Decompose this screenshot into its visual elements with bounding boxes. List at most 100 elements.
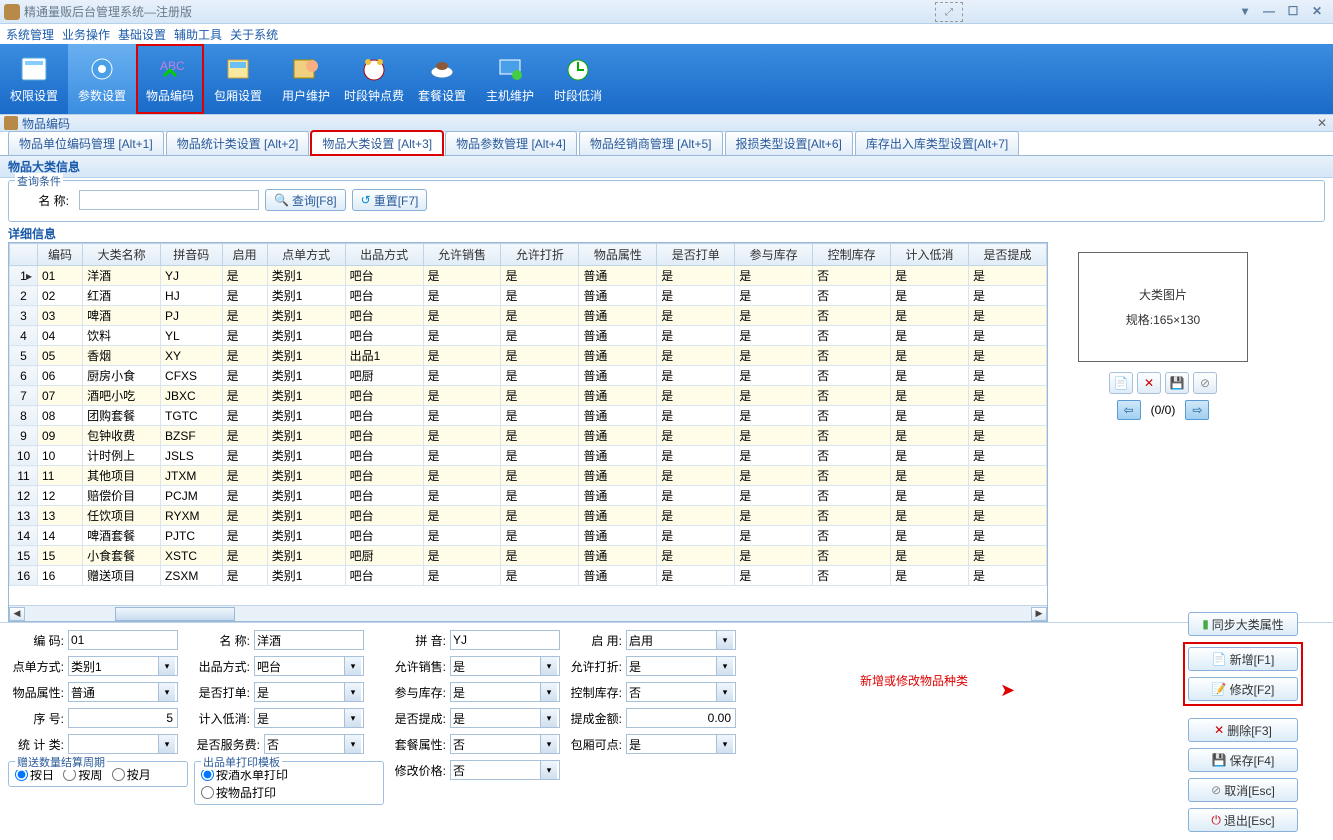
col-header[interactable]: 物品属性 bbox=[579, 244, 657, 266]
menu-item[interactable]: 基础设置 bbox=[118, 26, 166, 43]
tb-box[interactable]: 包厢设置 bbox=[204, 44, 272, 114]
add-button[interactable]: 📄新增[F1] bbox=[1188, 647, 1298, 671]
data-grid[interactable]: 编码大类名称拼音码启用点单方式出品方式允许销售允许打折物品属性是否打单参与库存控… bbox=[8, 242, 1048, 622]
order-mode-select[interactable]: 类别1 bbox=[68, 656, 178, 676]
tb-permission[interactable]: 权限设置 bbox=[0, 44, 68, 114]
table-row[interactable]: 1212赔偿价目PCJM是类别1吧台是是普通是是否是是 bbox=[10, 486, 1047, 506]
tb-user[interactable]: 用户维护 bbox=[272, 44, 340, 114]
next-arrow-icon[interactable]: ⇨ bbox=[1185, 400, 1209, 420]
mincharge-select[interactable]: 是 bbox=[254, 708, 364, 728]
name-input[interactable]: 洋酒 bbox=[254, 630, 364, 650]
col-header[interactable]: 编码 bbox=[38, 244, 83, 266]
allow-sale-select[interactable]: 是 bbox=[450, 656, 560, 676]
mod-price-select[interactable]: 否 bbox=[450, 760, 560, 780]
tb-params[interactable]: 参数设置 bbox=[68, 44, 136, 114]
item-attr-select[interactable]: 普通 bbox=[68, 682, 178, 702]
tb-min-charge[interactable]: 时段低消 bbox=[544, 44, 612, 114]
combo-attr-select[interactable]: 否 bbox=[450, 734, 560, 754]
gift-monthly-radio[interactable]: 按月 bbox=[112, 766, 151, 783]
table-row[interactable]: 808团购套餐TGTC是类别1吧台是是普通是是否是是 bbox=[10, 406, 1047, 426]
table-row[interactable]: 1111其他项目JTXM是类别1吧台是是普通是是否是是 bbox=[10, 466, 1047, 486]
pinyin-input[interactable]: YJ bbox=[450, 630, 560, 650]
tab-dealer[interactable]: 物品经销商管理 [Alt+5] bbox=[579, 131, 723, 155]
col-header[interactable]: 大类名称 bbox=[83, 244, 161, 266]
menu-item[interactable]: 关于系统 bbox=[230, 26, 278, 43]
menu-item[interactable]: 业务操作 bbox=[62, 26, 110, 43]
table-row[interactable]: 909包钟收费BZSF是类别1吧台是是普通是是否是是 bbox=[10, 426, 1047, 446]
resize-grip[interactable]: ⤢ bbox=[935, 2, 963, 22]
scroll-thumb[interactable] bbox=[115, 607, 235, 621]
col-header[interactable]: 出品方式 bbox=[345, 244, 423, 266]
table-row[interactable]: 101洋酒YJ是类别1吧台是是普通是是否是是 bbox=[10, 266, 1047, 286]
commission-select[interactable]: 是 bbox=[450, 708, 560, 728]
sync-button[interactable]: ▮同步大类属性 bbox=[1188, 612, 1298, 636]
menu-item[interactable]: 系统管理 bbox=[6, 26, 54, 43]
scroll-right-icon[interactable]: ▶ bbox=[1031, 607, 1047, 621]
cancel-button[interactable]: ⊘取消[Esc] bbox=[1188, 778, 1298, 802]
table-row[interactable]: 1414啤酒套餐PJTC是类别1吧台是是普通是是否是是 bbox=[10, 526, 1047, 546]
col-header[interactable]: 允许销售 bbox=[423, 244, 501, 266]
save-button[interactable]: 💾保存[F4] bbox=[1188, 748, 1298, 772]
commission-amt-input[interactable]: 0.00 bbox=[626, 708, 736, 728]
close-icon[interactable]: ✕ bbox=[1305, 2, 1329, 20]
tab-param[interactable]: 物品参数管理 [Alt+4] bbox=[445, 131, 577, 155]
menu-item[interactable]: 辅助工具 bbox=[174, 26, 222, 43]
col-header[interactable]: 启用 bbox=[222, 244, 267, 266]
dropdown-icon[interactable]: ▾ bbox=[1233, 2, 1257, 20]
box-order-select[interactable]: 是 bbox=[626, 734, 736, 754]
col-header[interactable]: 控制库存 bbox=[813, 244, 891, 266]
table-row[interactable]: 606厨房小食CFXS是类别1吧厨是是普通是是否是是 bbox=[10, 366, 1047, 386]
section-close-icon[interactable]: ✕ bbox=[1317, 116, 1327, 130]
search-button[interactable]: 🔍查询[F8] bbox=[265, 189, 346, 211]
output-mode-select[interactable]: 吧台 bbox=[254, 656, 364, 676]
edit-button[interactable]: 📝修改[F2] bbox=[1188, 677, 1298, 701]
tab-category[interactable]: 物品大类设置 [Alt+3] bbox=[311, 131, 443, 155]
scroll-left-icon[interactable]: ◀ bbox=[9, 607, 25, 621]
allow-disc-select[interactable]: 是 bbox=[626, 656, 736, 676]
img-cancel-icon[interactable]: ⊘ bbox=[1193, 372, 1217, 394]
seq-input[interactable]: 5 bbox=[68, 708, 178, 728]
print-select[interactable]: 是 bbox=[254, 682, 364, 702]
svcfee-select[interactable]: 否 bbox=[264, 734, 364, 754]
tab-loss[interactable]: 报损类型设置[Alt+6] bbox=[725, 131, 853, 155]
col-header[interactable]: 计入低消 bbox=[891, 244, 969, 266]
col-header[interactable]: 是否打单 bbox=[657, 244, 735, 266]
table-row[interactable]: 404饮料YL是类别1吧台是是普通是是否是是 bbox=[10, 326, 1047, 346]
prev-arrow-icon[interactable]: ⇦ bbox=[1117, 400, 1141, 420]
minimize-icon[interactable]: — bbox=[1257, 2, 1281, 20]
enable-select[interactable]: 启用 bbox=[626, 630, 736, 650]
col-header[interactable]: 允许打折 bbox=[501, 244, 579, 266]
table-row[interactable]: 1010计时例上JSLS是类别1吧台是是普通是是否是是 bbox=[10, 446, 1047, 466]
code-input[interactable]: 01 bbox=[68, 630, 178, 650]
tab-stat[interactable]: 物品统计类设置 [Alt+2] bbox=[166, 131, 310, 155]
table-row[interactable]: 1313任饮项目RYXM是类别1吧台是是普通是是否是是 bbox=[10, 506, 1047, 526]
reset-button[interactable]: ↺重置[F7] bbox=[352, 189, 428, 211]
table-row[interactable]: 1616赠送项目ZSXM是类别1吧台是是普通是是否是是 bbox=[10, 566, 1047, 586]
tb-combo[interactable]: 套餐设置 bbox=[408, 44, 476, 114]
table-row[interactable]: 303啤酒PJ是类别1吧台是是普通是是否是是 bbox=[10, 306, 1047, 326]
query-name-input[interactable] bbox=[79, 190, 259, 210]
stat-type-select[interactable] bbox=[68, 734, 178, 754]
col-header[interactable]: 拼音码 bbox=[161, 244, 223, 266]
tb-time-fee[interactable]: 时段钟点费 bbox=[340, 44, 408, 114]
img-new-icon[interactable]: 📄 bbox=[1109, 372, 1133, 394]
hscrollbar[interactable]: ◀ ▶ bbox=[9, 605, 1047, 621]
affect-stock-select[interactable]: 是 bbox=[450, 682, 560, 702]
table-row[interactable]: 707酒吧小吃JBXC是类别1吧台是是普通是是否是是 bbox=[10, 386, 1047, 406]
col-header[interactable]: 参与库存 bbox=[735, 244, 813, 266]
table-row[interactable]: 505香烟XY是类别1出品1是是普通是是否是是 bbox=[10, 346, 1047, 366]
table-row[interactable]: 202红酒HJ是类别1吧台是是普通是是否是是 bbox=[10, 286, 1047, 306]
col-header[interactable]: 点单方式 bbox=[267, 244, 345, 266]
tab-stock[interactable]: 库存出入库类型设置[Alt+7] bbox=[855, 131, 1019, 155]
tb-host[interactable]: 主机维护 bbox=[476, 44, 544, 114]
tpl-item-radio[interactable]: 按物品打印 bbox=[201, 784, 276, 801]
table-row[interactable]: 1515小食套餐XSTC是类别1吧厨是是普通是是否是是 bbox=[10, 546, 1047, 566]
tb-item-code[interactable]: ABC物品编码 bbox=[136, 44, 204, 114]
img-delete-icon[interactable]: ✕ bbox=[1137, 372, 1161, 394]
delete-button[interactable]: ✕删除[F3] bbox=[1188, 718, 1298, 742]
maximize-icon[interactable]: ☐ bbox=[1281, 2, 1305, 20]
img-save-icon[interactable]: 💾 bbox=[1165, 372, 1189, 394]
exit-button[interactable]: ⏻退出[Esc] bbox=[1188, 808, 1298, 832]
ctrl-stock-select[interactable]: 否 bbox=[626, 682, 736, 702]
col-header[interactable]: 是否提成 bbox=[968, 244, 1046, 266]
